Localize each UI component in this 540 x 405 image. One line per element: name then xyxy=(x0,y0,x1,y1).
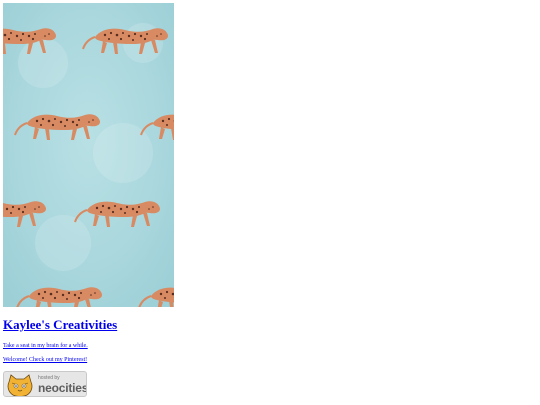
site-title-link[interactable]: Kaylee's Creativities xyxy=(3,317,117,333)
neocities-badge[interactable]: hosted by neocities xyxy=(3,371,87,397)
leopard-pattern-image xyxy=(3,3,174,307)
brain-link[interactable]: Take a seat in my brain for a while. xyxy=(3,343,88,349)
pinterest-link[interactable]: Welcome! Check out my Pinterest! xyxy=(3,357,87,363)
neocities-cat-icon xyxy=(7,374,33,396)
leopard-pattern-svg xyxy=(3,3,174,307)
badge-neocities-text: neocities xyxy=(38,381,87,395)
page: Kaylee's Creativities Take a seat in my … xyxy=(0,0,540,405)
